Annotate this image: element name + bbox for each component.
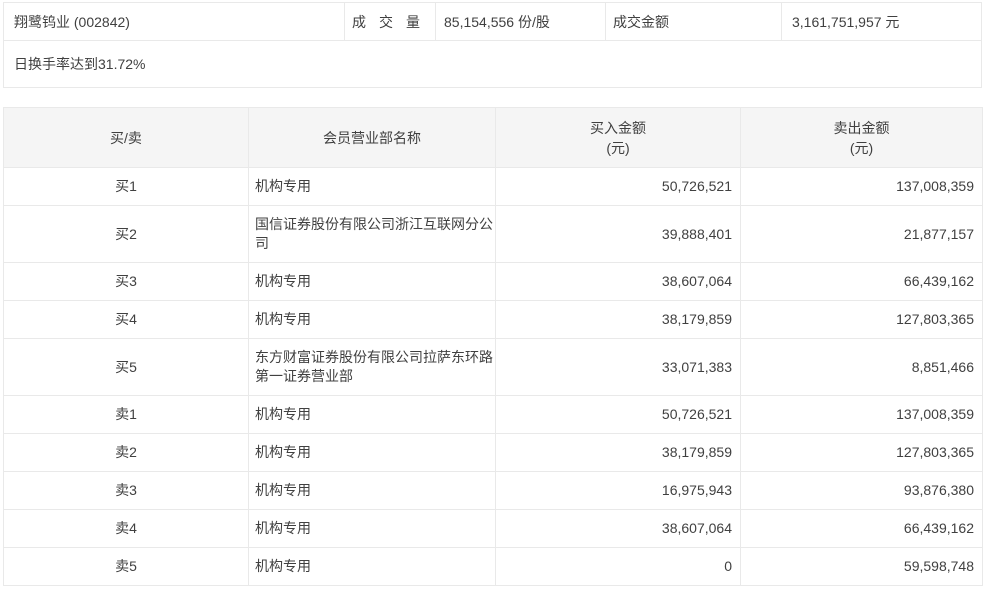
- sell-amount-cell: 66,439,162: [741, 510, 983, 548]
- sell-amount-cell: 8,851,466: [741, 339, 983, 396]
- section-gap: [3, 88, 982, 107]
- side-cell: 买1: [4, 168, 249, 206]
- sell-amount-label: 卖出金额: [741, 118, 982, 138]
- header-row: 买/卖 会员营业部名称 买入金额 (元) 卖出金额 (元): [4, 108, 983, 168]
- buy-amount-cell: 38,179,859: [496, 434, 741, 472]
- broker-cell: 机构专用: [249, 548, 496, 586]
- buy-amount-cell: 38,607,064: [496, 510, 741, 548]
- table-row-buy3: 买3 机构专用 38,607,064 66,439,162: [4, 263, 983, 301]
- broker-cell: 东方财富证券股份有限公司拉萨东环路第一证券营业部: [249, 339, 496, 396]
- buy-amount-cell: 39,888,401: [496, 206, 741, 263]
- sell-amount-cell: 66,439,162: [741, 263, 983, 301]
- side-cell: 买2: [4, 206, 249, 263]
- sell-amount-unit: (元): [741, 138, 982, 158]
- buy-amount-cell: 0: [496, 548, 741, 586]
- col-header-buy-amount: 买入金额 (元): [496, 108, 741, 168]
- table-row-sell4: 卖4 机构专用 38,607,064 66,439,162: [4, 510, 983, 548]
- broker-cell: 机构专用: [249, 301, 496, 339]
- table-row-buy5: 买5 东方财富证券股份有限公司拉萨东环路第一证券营业部 33,071,383 8…: [4, 339, 983, 396]
- side-cell: 卖3: [4, 472, 249, 510]
- volume-value: 85,154,556 份/股: [435, 3, 605, 40]
- side-cell: 卖2: [4, 434, 249, 472]
- broker-cell: 国信证券股份有限公司浙江互联网分公司: [249, 206, 496, 263]
- buy-amount-cell: 50,726,521: [496, 396, 741, 434]
- amount-label: 成交金额: [605, 3, 781, 40]
- broker-cell: 机构专用: [249, 472, 496, 510]
- broker-cell: 机构专用: [249, 396, 496, 434]
- broker-cell: 机构专用: [249, 168, 496, 206]
- col-header-sell-amount: 卖出金额 (元): [741, 108, 983, 168]
- side-cell: 买5: [4, 339, 249, 396]
- sell-amount-cell: 137,008,359: [741, 396, 983, 434]
- side-cell: 卖1: [4, 396, 249, 434]
- sell-amount-cell: 93,876,380: [741, 472, 983, 510]
- buy-amount-cell: 38,607,064: [496, 263, 741, 301]
- stock-summary-bar: 翔鹭钨业 (002842) 成交量 85,154,556 份/股 成交金额 3,…: [3, 2, 982, 41]
- broker-cell: 机构专用: [249, 434, 496, 472]
- sell-amount-cell: 127,803,365: [741, 434, 983, 472]
- table-row-sell5: 卖5 机构专用 0 59,598,748: [4, 548, 983, 586]
- broker-cell: 机构专用: [249, 263, 496, 301]
- sell-amount-cell: 59,598,748: [741, 548, 983, 586]
- buy-amount-cell: 33,071,383: [496, 339, 741, 396]
- side-cell: 买4: [4, 301, 249, 339]
- volume-label: 成交量: [344, 3, 435, 40]
- broker-cell: 机构专用: [249, 510, 496, 548]
- buy-amount-unit: (元): [496, 138, 740, 158]
- table-row-sell3: 卖3 机构专用 16,975,943 93,876,380: [4, 472, 983, 510]
- broker-seats-table: 买/卖 会员营业部名称 买入金额 (元) 卖出金额 (元) 买1 机构专用 50…: [3, 107, 983, 586]
- table-row-buy1: 买1 机构专用 50,726,521 137,008,359: [4, 168, 983, 206]
- col-header-side: 买/卖: [4, 108, 249, 168]
- sell-amount-cell: 127,803,365: [741, 301, 983, 339]
- buy-amount-cell: 16,975,943: [496, 472, 741, 510]
- table-row-sell2: 卖2 机构专用 38,179,859 127,803,365: [4, 434, 983, 472]
- buy-amount-label: 买入金额: [496, 118, 740, 138]
- side-cell: 卖4: [4, 510, 249, 548]
- side-cell: 买3: [4, 263, 249, 301]
- side-cell: 卖5: [4, 548, 249, 586]
- stock-name: 翔鹭钨业 (002842): [4, 3, 344, 40]
- table-body: 买1 机构专用 50,726,521 137,008,359 买2 国信证券股份…: [4, 168, 983, 586]
- buy-amount-cell: 38,179,859: [496, 301, 741, 339]
- table-row-buy2: 买2 国信证券股份有限公司浙江互联网分公司 39,888,401 21,877,…: [4, 206, 983, 263]
- buy-amount-cell: 50,726,521: [496, 168, 741, 206]
- page-container: 翔鹭钨业 (002842) 成交量 85,154,556 份/股 成交金额 3,…: [3, 0, 982, 586]
- table-row-sell1: 卖1 机构专用 50,726,521 137,008,359: [4, 396, 983, 434]
- amount-value: 3,161,751,957 元: [781, 3, 981, 40]
- turnover-note: 日换手率达到31.72%: [3, 41, 982, 88]
- sell-amount-cell: 137,008,359: [741, 168, 983, 206]
- col-header-broker: 会员营业部名称: [249, 108, 496, 168]
- table-header: 买/卖 会员营业部名称 买入金额 (元) 卖出金额 (元): [4, 108, 983, 168]
- sell-amount-cell: 21,877,157: [741, 206, 983, 263]
- table-row-buy4: 买4 机构专用 38,179,859 127,803,365: [4, 301, 983, 339]
